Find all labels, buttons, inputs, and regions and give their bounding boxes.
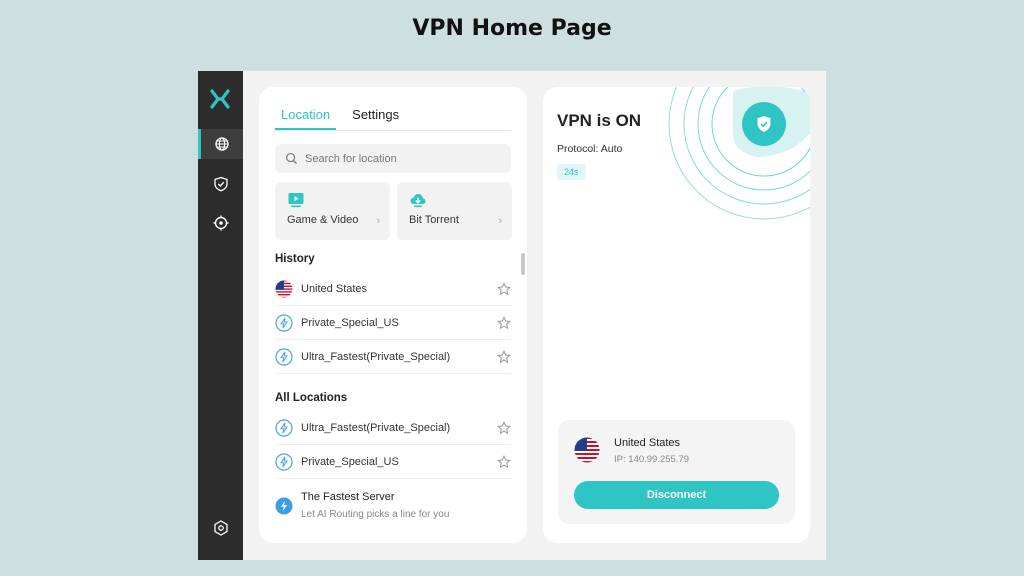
connected-country: United States (614, 437, 681, 449)
category-label: Game & Video (287, 214, 359, 226)
sidebar-item-target[interactable] (198, 208, 243, 238)
us-flag-icon (275, 280, 293, 297)
location-label: Private_Special_US (301, 455, 399, 468)
chevron-right-icon: › (498, 215, 502, 227)
tab-settings[interactable]: Settings (346, 105, 405, 130)
search-box (275, 144, 511, 173)
status-panel: VPN is ON Protocol: Auto 24s United Stat (543, 87, 810, 543)
location-item[interactable]: Ultra_Fastest(Private_Special) (275, 411, 511, 445)
protocol-label: Protocol: Auto (557, 143, 623, 155)
lightning-filled-icon (275, 497, 293, 515)
star-icon[interactable] (497, 281, 511, 296)
location-item[interactable]: Private_Special_US (275, 445, 511, 479)
location-panel: Location Settings Game & Video › (259, 87, 527, 543)
globe-icon (215, 137, 229, 151)
vpn-status-title: VPN is ON (557, 111, 642, 130)
page-title: VPN Home Page (412, 16, 612, 41)
connected-ip: IP: 140.99.255.79 (614, 454, 690, 465)
sidebar-settings-button[interactable] (198, 516, 243, 540)
category-bit-torrent[interactable]: Bit Torrent › (397, 182, 512, 240)
star-icon[interactable] (497, 315, 511, 330)
history-item[interactable]: United States (275, 272, 511, 306)
fastest-server-subtitle: Let AI Routing picks a line for you (301, 509, 450, 520)
disconnect-button[interactable]: Disconnect (574, 481, 779, 509)
all-locations-title: All Locations (275, 392, 348, 404)
star-icon[interactable] (497, 454, 511, 469)
settings-hexagon-icon (213, 520, 228, 536)
sidebar (198, 71, 243, 560)
star-icon[interactable] (497, 349, 511, 364)
sidebar-item-locations[interactable] (198, 129, 243, 159)
sidebar-item-security[interactable] (198, 169, 243, 199)
search-input[interactable] (305, 152, 505, 165)
vpn-app-window: Location Settings Game & Video › (198, 71, 826, 560)
cloud-download-icon (410, 194, 426, 208)
star-icon[interactable] (497, 420, 511, 435)
location-label: Ultra_Fastest(Private_Special) (301, 421, 451, 434)
chevron-right-icon: › (376, 215, 380, 227)
location-label: Ultra_Fastest(Private_Special) (301, 350, 451, 363)
connection-card: United States IP: 140.99.255.79 Disconne… (558, 420, 795, 524)
history-item[interactable]: Private_Special_US (275, 306, 511, 340)
lightning-icon (275, 418, 293, 437)
lightning-icon (275, 452, 293, 471)
lightning-icon (275, 347, 293, 366)
location-label: United States (301, 282, 368, 295)
fastest-server-title: The Fastest Server (301, 491, 395, 503)
tab-bar: Location Settings (275, 105, 511, 131)
fastest-server-item[interactable]: The Fastest Server Let AI Routing picks … (275, 489, 511, 529)
history-item[interactable]: Ultra_Fastest(Private_Special) (275, 340, 511, 374)
us-flag-icon (574, 437, 600, 463)
shield-check-icon (213, 176, 228, 192)
crosshair-icon (213, 215, 228, 231)
logo-icon (210, 89, 230, 109)
tv-play-icon (288, 193, 304, 208)
lightning-icon (275, 313, 293, 332)
category-label: Bit Torrent (409, 214, 459, 226)
location-label: Private_Special_US (301, 316, 399, 329)
scrollbar-thumb[interactable] (521, 253, 525, 275)
search-icon (285, 152, 298, 165)
connection-timer-badge: 24s (557, 164, 586, 180)
shield-check-icon (757, 116, 771, 132)
tab-location[interactable]: Location (275, 105, 337, 130)
category-game-video[interactable]: Game & Video › (275, 182, 390, 240)
history-title: History (275, 253, 315, 265)
